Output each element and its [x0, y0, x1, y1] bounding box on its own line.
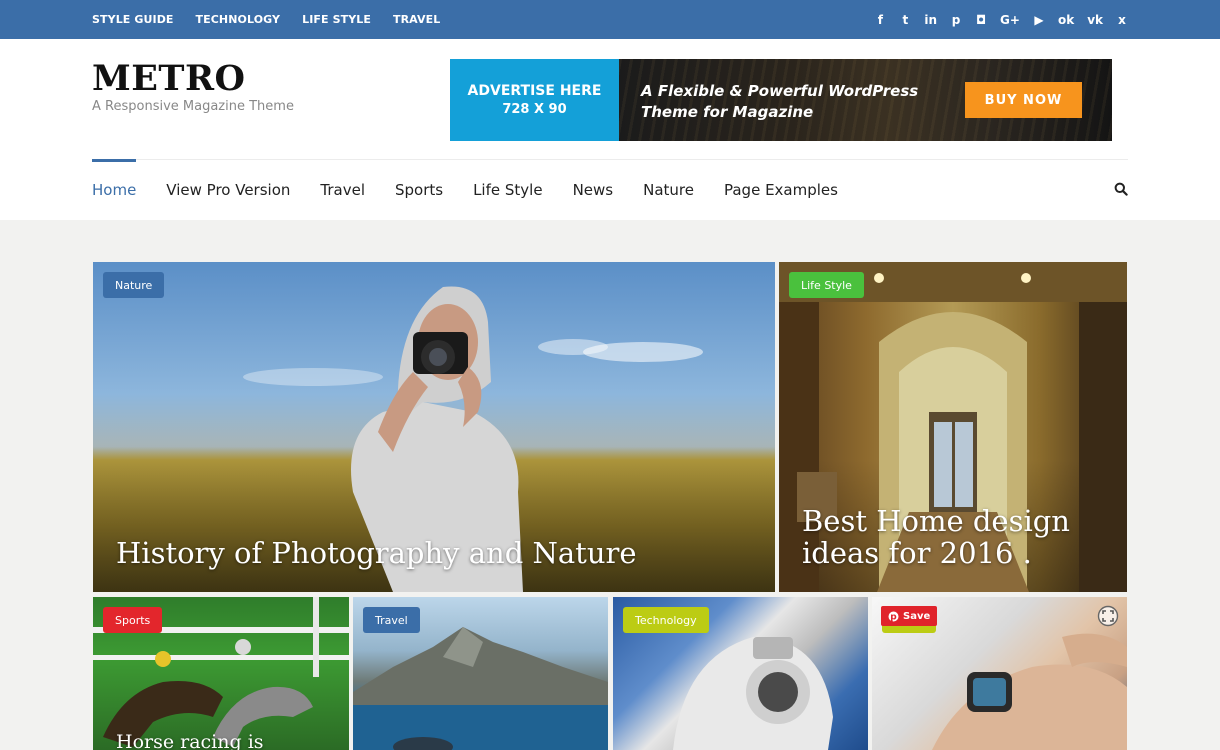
pinterest-icon[interactable]: p [950, 13, 962, 27]
nav-item-news[interactable]: News [573, 159, 614, 221]
ad-promo-text: A Flexible & Powerful WordPress Theme fo… [641, 81, 918, 123]
category-badge[interactable]: Technology [623, 607, 709, 633]
post-travel[interactable]: Travel [353, 597, 608, 750]
nav-item-travel[interactable]: Travel [320, 159, 365, 221]
post-horse-racing[interactable]: Sports Horse racing is [93, 597, 349, 750]
category-badge[interactable]: Sports [103, 607, 163, 633]
top-link-technology[interactable]: TECHNOLOGY [196, 13, 281, 26]
odnoklassniki-icon[interactable]: ok [1058, 13, 1074, 27]
instagram-icon[interactable]: ◘ [975, 13, 987, 27]
top-link-travel[interactable]: TRAVEL [393, 13, 440, 26]
nav-item-sports[interactable]: Sports [395, 159, 443, 221]
save-label: Save [903, 610, 931, 622]
advertisement-banner[interactable]: ADVERTISE HERE 728 X 90 A Flexible & Pow… [450, 59, 1112, 141]
linkedin-icon[interactable]: in [924, 13, 937, 27]
vk-icon[interactable]: vk [1087, 13, 1103, 27]
ad-promo-line2: Theme for Magazine [641, 103, 814, 121]
nav-item-home[interactable]: Home [92, 159, 137, 221]
top-bar: STYLE GUIDE TECHNOLOGY LIFE STYLE TRAVEL… [0, 0, 1220, 39]
post-title-line2: ideas for 2016 . [802, 536, 1032, 570]
ad-size-label: 728 X 90 [502, 102, 567, 117]
featured-post-home-design[interactable]: Life Style Best Home design ideas for 20… [779, 262, 1127, 592]
facebook-icon[interactable]: f [874, 13, 886, 27]
advertise-here-label: ADVERTISE HERE [467, 83, 602, 99]
site-logo[interactable]: METRO [92, 58, 246, 99]
social-icons: f t in p ◘ G+ ▶ ok vk x [874, 0, 1128, 39]
post-technology[interactable]: Technology [613, 597, 868, 750]
top-link-life-style[interactable]: LIFE STYLE [302, 13, 371, 26]
xing-icon[interactable]: x [1116, 13, 1128, 27]
buy-now-button[interactable]: BUY NOW [965, 82, 1082, 118]
nav-item-life-style[interactable]: Life Style [473, 159, 542, 221]
category-badge[interactable]: Nature [103, 272, 165, 298]
svg-text:p: p [890, 612, 897, 621]
top-nav: STYLE GUIDE TECHNOLOGY LIFE STYLE TRAVEL [92, 0, 462, 39]
youtube-icon[interactable]: ▶ [1033, 13, 1045, 27]
google-plus-icon[interactable]: G+ [1000, 13, 1020, 27]
twitter-icon[interactable]: t [899, 13, 911, 27]
pinterest-save-button[interactable]: p Save [881, 606, 938, 626]
nav-item-page-examples[interactable]: Page Examples [724, 159, 838, 221]
site-tagline: A Responsive Magazine Theme [92, 99, 294, 114]
pinterest-icon: p [888, 611, 899, 622]
post-title-line1: Best Home design [802, 504, 1070, 538]
site-header: METRO A Responsive Magazine Theme ADVERT… [0, 39, 1220, 220]
post-smartwatch[interactable]: ology p Save [872, 597, 1127, 750]
post-title[interactable]: Best Home design ideas for 2016 . [802, 505, 1070, 569]
search-icon[interactable] [1114, 182, 1128, 196]
expand-icon[interactable] [1097, 605, 1119, 627]
advertise-here-block[interactable]: ADVERTISE HERE 728 X 90 [450, 59, 619, 141]
nav-item-nature[interactable]: Nature [643, 159, 694, 221]
main-nav: Home View Pro Version Travel Sports Life… [92, 159, 868, 221]
post-title[interactable]: History of Photography and Nature [116, 536, 637, 570]
category-badge[interactable]: Life Style [789, 272, 864, 298]
post-title[interactable]: Horse racing is [116, 731, 264, 750]
featured-post-photography[interactable]: Nature History of Photography and Nature [93, 262, 775, 592]
category-badge[interactable]: Travel [363, 607, 420, 633]
ad-promo-image[interactable]: A Flexible & Powerful WordPress Theme fo… [619, 59, 1112, 141]
nav-item-view-pro-version[interactable]: View Pro Version [166, 159, 290, 221]
top-link-style-guide[interactable]: STYLE GUIDE [92, 13, 174, 26]
ad-promo-line1: A Flexible & Powerful WordPress [641, 82, 919, 100]
